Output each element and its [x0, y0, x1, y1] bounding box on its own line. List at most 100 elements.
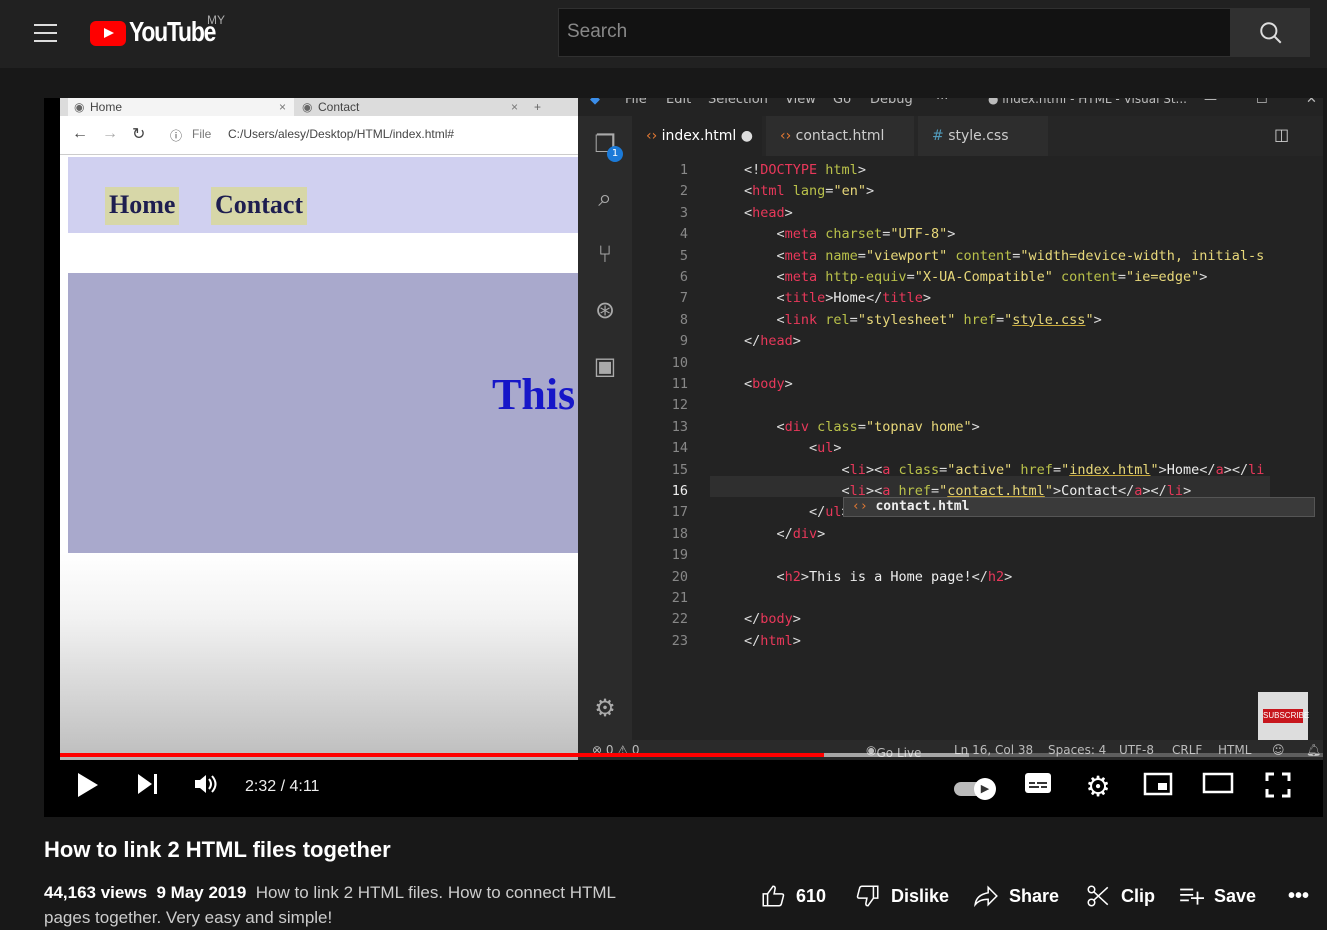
line-number: 3	[679, 204, 688, 221]
code-token: <	[744, 440, 818, 457]
save-button[interactable]: Save	[1178, 883, 1256, 909]
line-number: 16	[671, 483, 688, 499]
code-line: <meta charset="UTF-8">	[744, 226, 956, 242]
code-token: h2	[987, 568, 1005, 585]
code-token: DOCTYPE	[760, 162, 818, 178]
debug-icon: ⊛	[594, 296, 616, 324]
search-button[interactable]	[1230, 8, 1310, 57]
settings-button[interactable]: ⚙	[1080, 772, 1116, 802]
code-token: rel	[817, 311, 850, 328]
code-token: body	[760, 611, 793, 628]
browser-tab-home-container: ◉ Home ×	[68, 98, 294, 116]
code-token: "X-UA-Compatible"	[914, 269, 1053, 285]
tab-contact-html: ‹› contact.html	[766, 116, 914, 156]
search-input[interactable]: Search	[558, 8, 1231, 57]
line-number: 9	[679, 333, 688, 350]
address-scheme: File	[192, 127, 212, 141]
miniplayer-button[interactable]	[1140, 772, 1176, 802]
dislike-button[interactable]: Dislike	[855, 883, 949, 909]
line-number: 6	[679, 269, 688, 285]
volume-icon	[195, 775, 217, 793]
fullscreen-button[interactable]	[1260, 772, 1296, 802]
extensions-icon: ▣	[593, 352, 617, 380]
explorer-icon: ❐ 1	[591, 130, 623, 162]
new-tab-icon: +	[534, 100, 542, 114]
youtube-logo-text[interactable]: YouTube	[129, 16, 216, 48]
code-token: This is a Home page!	[809, 568, 972, 585]
subtitles-button[interactable]	[1020, 772, 1056, 802]
code-token: <	[744, 568, 785, 585]
subtitles-icon	[1025, 773, 1051, 793]
tab-close-icon: ×	[510, 100, 518, 114]
code-token: body	[752, 376, 785, 392]
tab-index-html: ‹› index.html ●	[632, 116, 762, 156]
time-display: 2:32 / 4:11	[245, 778, 320, 795]
code-token: =	[857, 418, 866, 435]
code-token: html	[760, 632, 793, 649]
youtube-logo-icon[interactable]	[90, 21, 126, 46]
settings-gear-icon: ⚙	[594, 694, 616, 722]
code-token: div	[784, 418, 810, 435]
thumbs-up-icon	[762, 885, 785, 907]
more-actions-button[interactable]: •••	[1288, 883, 1309, 909]
progress-bar[interactable]	[60, 753, 1323, 757]
video-player[interactable]: ◉ Home × ◉ Contact × + ← → ↻ ⓘ File C:/U…	[44, 98, 1323, 817]
code-token: "stylesheet"	[857, 311, 956, 328]
autocomplete-suggestion: ‹› contact.html	[843, 497, 1315, 517]
code-token: content	[947, 247, 1013, 264]
code-token: <	[744, 461, 850, 478]
subscribe-watermark[interactable]: SUBSCRIBE	[1258, 692, 1309, 740]
menu-debug: Debug	[870, 98, 913, 107]
line-number: 8	[679, 311, 688, 328]
maximize-icon: ☐	[1256, 98, 1268, 107]
code-token: >	[1093, 311, 1102, 328]
code-token: >	[784, 204, 793, 221]
like-button[interactable]: 610	[760, 883, 826, 909]
code-token: >	[971, 418, 980, 435]
code-token: style.css	[1012, 311, 1086, 328]
source-control-icon: ⑂	[597, 240, 613, 268]
theater-mode-button[interactable]	[1200, 772, 1236, 802]
line-number: 13	[671, 418, 688, 435]
code-token: link	[784, 311, 818, 328]
next-button[interactable]	[130, 772, 166, 802]
editor-tabs: ‹› index.html ● ‹› contact.html # style.…	[632, 116, 1323, 156]
code-token: http-equiv	[817, 269, 907, 285]
code-token: </	[1199, 461, 1216, 478]
next-icon	[138, 774, 157, 794]
line-number: 15	[671, 461, 688, 478]
search-icon: ⌕	[598, 184, 612, 212]
code-line: <meta http-equiv="X-UA-Compatible" conte…	[744, 269, 1208, 285]
code-line: <link rel="stylesheet" href="style.css">	[744, 312, 1102, 328]
code-token: </	[744, 333, 761, 350]
code-token: >	[800, 568, 810, 585]
line-number: 20	[671, 568, 688, 585]
autoplay-toggle[interactable]: ▶	[954, 778, 998, 800]
code-token: ul	[825, 504, 842, 521]
share-icon	[974, 885, 998, 908]
play-button[interactable]	[70, 772, 106, 802]
code-token: =	[906, 269, 915, 285]
thumbs-down-icon	[856, 885, 879, 907]
share-button[interactable]: Share	[973, 883, 1059, 909]
code-token: >	[922, 290, 931, 307]
code-token: meta	[784, 247, 818, 264]
autoplay-icon: ▶	[974, 778, 996, 800]
code-token: h2	[784, 568, 801, 585]
volume-button[interactable]	[188, 772, 224, 802]
code-token: meta	[784, 269, 818, 285]
menu-icon[interactable]	[34, 24, 57, 42]
video-description[interactable]: 44,163 views 9 May 2019 How to link 2 HT…	[44, 880, 644, 930]
code-token: =	[849, 311, 858, 328]
code-token: <	[744, 204, 753, 221]
code-line: <body>	[744, 376, 793, 392]
menu-selection: Selection	[708, 98, 768, 107]
code-token: "ie=edge"	[1126, 269, 1200, 285]
info-icon: ⓘ	[170, 129, 183, 143]
code-line: <meta name="viewport" content="width=dev…	[744, 247, 1265, 264]
code-token: >	[1004, 568, 1013, 585]
clip-button[interactable]: Clip	[1085, 883, 1155, 909]
forward-icon: →	[102, 125, 118, 142]
browser-tab-contact-container: ◉ Contact ×	[296, 98, 526, 116]
code-token: =	[996, 311, 1005, 328]
